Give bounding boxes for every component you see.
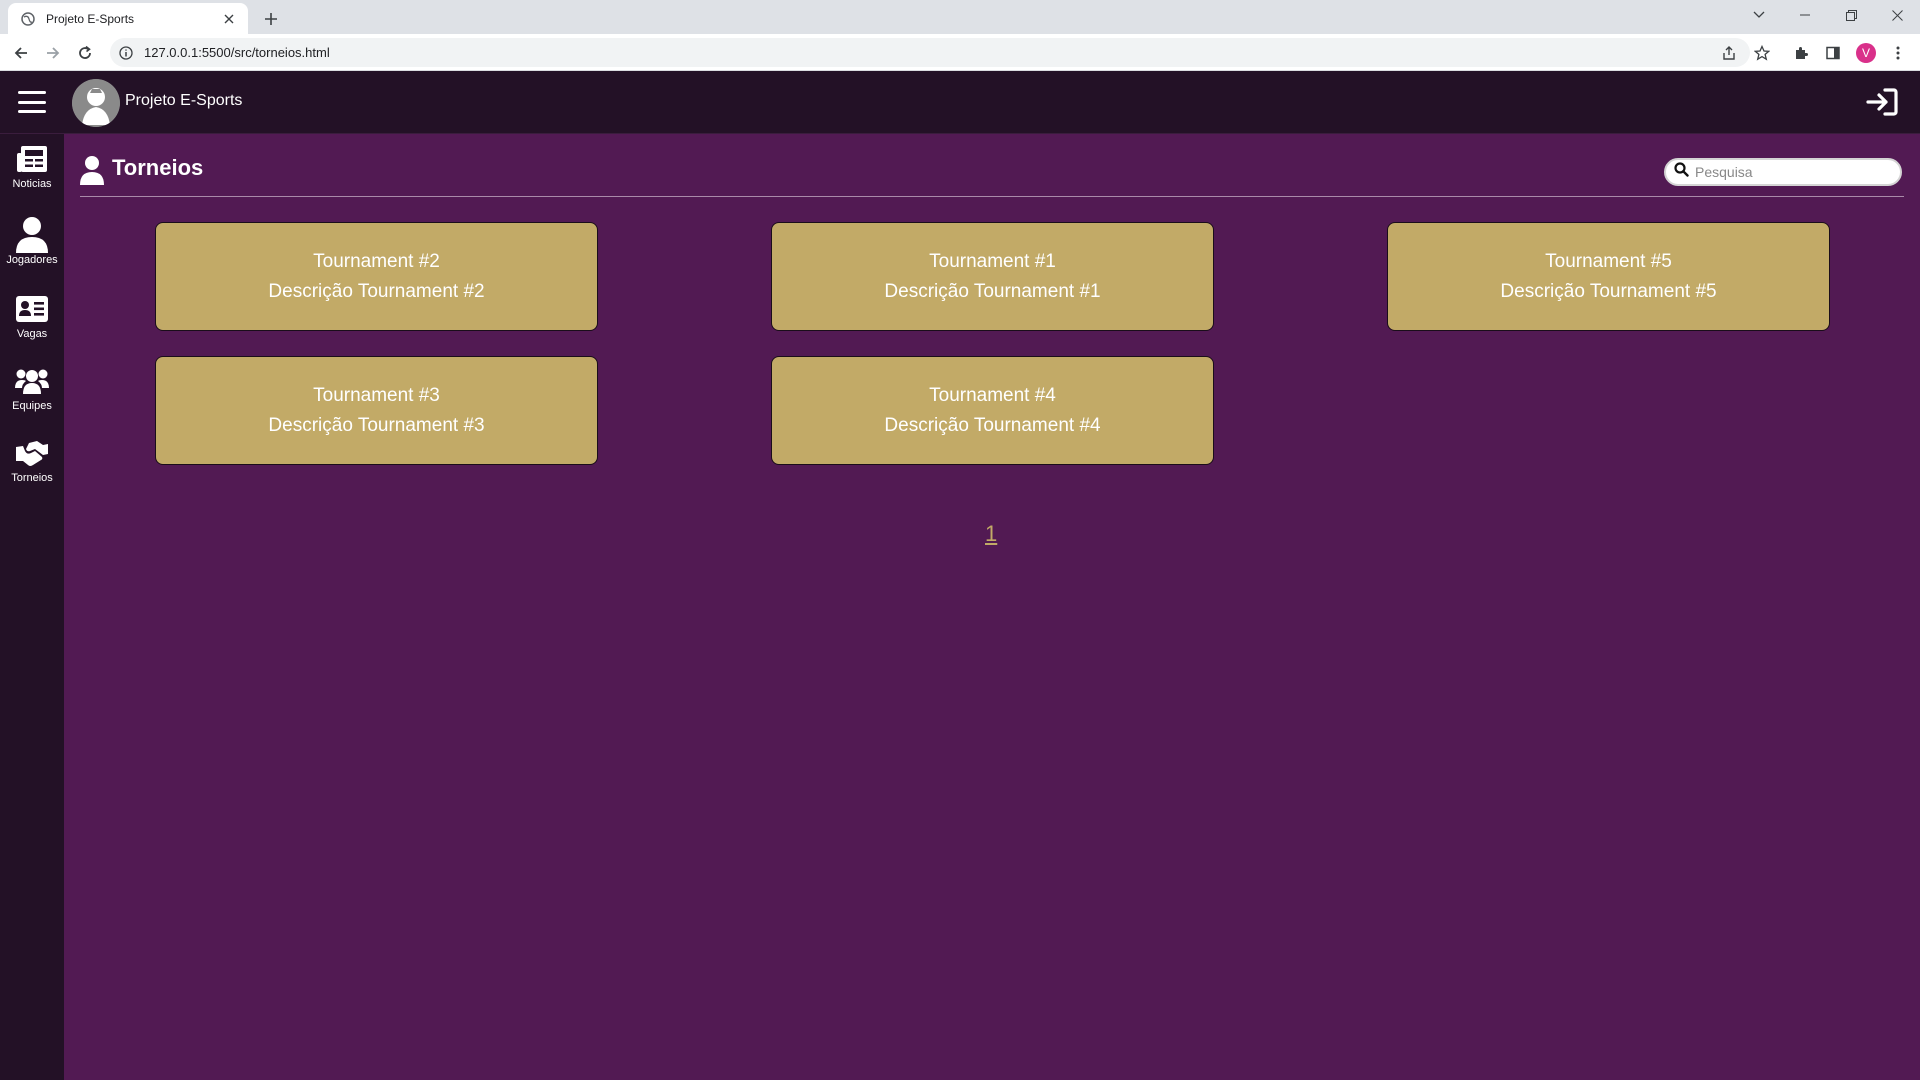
sidebar-item-equipes[interactable]: Equipes (0, 364, 64, 422)
forward-button[interactable] (40, 40, 66, 66)
bookmark-star-icon[interactable] (1749, 40, 1775, 66)
page-header: Torneios (80, 153, 1904, 197)
restore-button[interactable] (1828, 0, 1874, 30)
tournament-title: Tournament #3 (313, 384, 440, 406)
pagination-page-link[interactable]: 1 (985, 521, 997, 547)
sidebar: Noticias Jogadores Vagas Equipes Torneio… (0, 134, 64, 1080)
site-info-icon[interactable] (118, 45, 134, 61)
sidebar-item-noticias[interactable]: Noticias (0, 142, 64, 200)
search-box[interactable] (1664, 158, 1902, 186)
tournament-description: Descrição Tournament #4 (884, 414, 1101, 436)
logout-icon[interactable] (1866, 87, 1898, 117)
sidebar-label-noticias: Noticias (12, 178, 52, 190)
users-group-icon (15, 364, 49, 398)
tournament-title: Tournament #2 (313, 250, 440, 272)
id-card-icon (15, 292, 49, 326)
sidebar-label-vagas: Vagas (16, 328, 48, 340)
tournament-card[interactable]: Tournament #4 Descrição Tournament #4 (771, 356, 1214, 465)
handshake-icon (15, 436, 49, 470)
browser-menu-icon[interactable] (1885, 40, 1911, 66)
hamburger-menu-icon[interactable] (18, 91, 46, 113)
brand-logo (72, 79, 120, 127)
tournament-card[interactable]: Tournament #2 Descrição Tournament #2 (155, 222, 598, 331)
profile-avatar: V (1856, 43, 1876, 63)
sidebar-label-jogadores: Jogadores (6, 254, 58, 266)
close-window-button[interactable] (1874, 0, 1920, 30)
tournament-description: Descrição Tournament #3 (268, 414, 485, 436)
tournament-description: Descrição Tournament #1 (884, 280, 1101, 302)
user-icon (15, 217, 49, 253)
app-root: Projeto E-Sports Noticias Jogadores Vaga… (0, 71, 1920, 1080)
sidebar-item-torneios[interactable]: Torneios (0, 436, 64, 494)
tournament-card[interactable]: Tournament #1 Descrição Tournament #1 (771, 222, 1214, 331)
url-text: 127.0.0.1:5500/src/torneios.html (144, 45, 330, 60)
browser-toolbar: 127.0.0.1:5500/src/torneios.html V (0, 34, 1920, 71)
sidebar-item-jogadores[interactable]: Jogadores (0, 217, 64, 276)
page-title: Torneios (112, 155, 204, 180)
tournament-card[interactable]: Tournament #3 Descrição Tournament #3 (155, 356, 598, 465)
side-panel-icon[interactable] (1820, 40, 1846, 66)
tab-close-icon[interactable] (220, 10, 238, 28)
user-icon (80, 156, 104, 186)
tab-search-icon[interactable] (1736, 0, 1782, 30)
tournament-description: Descrição Tournament #5 (1500, 280, 1717, 302)
browser-tabstrip: Projeto E-Sports (0, 0, 1920, 34)
tab-title: Projeto E-Sports (46, 11, 135, 26)
reload-button[interactable] (72, 40, 98, 66)
sidebar-label-equipes: Equipes (12, 400, 52, 412)
tournament-title: Tournament #4 (929, 384, 1056, 406)
search-icon (1674, 162, 1689, 182)
extensions-icon[interactable] (1788, 40, 1814, 66)
address-bar[interactable]: 127.0.0.1:5500/src/torneios.html (110, 38, 1750, 67)
sidebar-label-torneios: Torneios (11, 472, 53, 484)
brand-name[interactable]: Projeto E-Sports (125, 92, 242, 110)
profile-button[interactable]: V (1853, 40, 1879, 66)
tournament-title: Tournament #1 (929, 250, 1056, 272)
browser-tab[interactable]: Projeto E-Sports (8, 3, 248, 34)
back-button[interactable] (8, 40, 34, 66)
newspaper-icon (15, 142, 49, 176)
search-input[interactable] (1695, 164, 1895, 180)
globe-icon (20, 11, 36, 27)
sidebar-item-vagas[interactable]: Vagas (0, 292, 64, 350)
minimize-button[interactable] (1782, 0, 1828, 30)
tournament-description: Descrição Tournament #2 (268, 280, 485, 302)
tournament-card[interactable]: Tournament #5 Descrição Tournament #5 (1387, 222, 1830, 331)
share-icon[interactable] (1716, 40, 1742, 66)
tournament-title: Tournament #5 (1545, 250, 1672, 272)
new-tab-button[interactable] (258, 6, 284, 32)
top-navbar: Projeto E-Sports (0, 71, 1920, 134)
